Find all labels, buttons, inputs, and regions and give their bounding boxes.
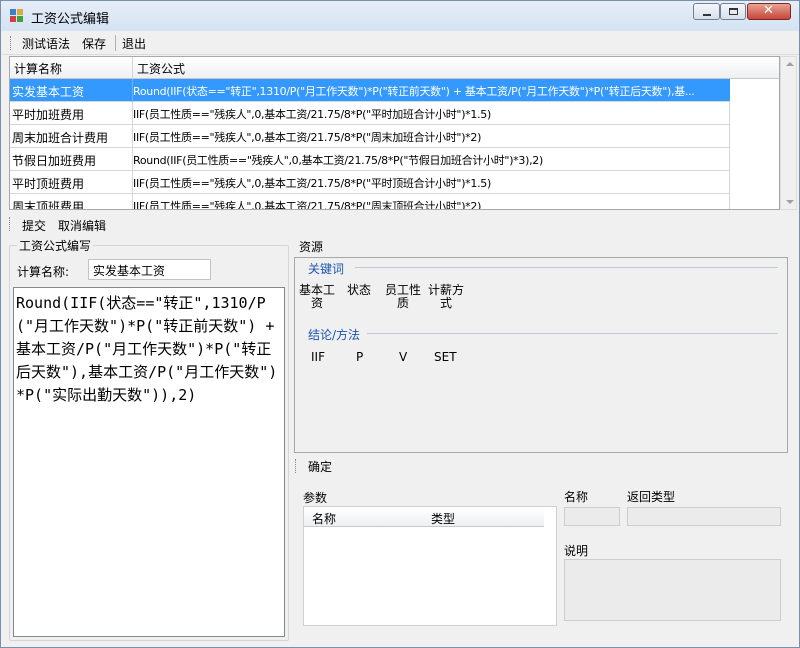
- column-header-formula[interactable]: 工资公式: [137, 60, 185, 77]
- edit-toolbar: 提交 取消编辑: [9, 213, 794, 235]
- row-name: 实发基本工资: [12, 85, 85, 99]
- table-row[interactable]: 节假日加班费用 Round(IIF(员工性质=="残疾人",0,基本工资/21.…: [10, 148, 730, 171]
- confirm-toolbar: 确定: [295, 456, 795, 478]
- return-type-label: 返回类型: [627, 490, 676, 504]
- name-detail-label: 名称: [564, 490, 589, 504]
- exit-button[interactable]: 退出: [122, 35, 146, 52]
- keyword-item[interactable]: 计薪方式: [426, 284, 466, 310]
- keywords-title: 关键词: [308, 262, 345, 276]
- params-list[interactable]: 名称 类型: [303, 506, 557, 626]
- maximize-button[interactable]: [720, 3, 746, 20]
- minimize-button[interactable]: [693, 3, 720, 20]
- name-detail-field: [564, 507, 620, 526]
- return-type-field: [627, 507, 781, 526]
- row-formula: Round(IIF(员工性质=="残疾人",0,基本工资/21.75/8*P("…: [133, 154, 543, 167]
- function-item[interactable]: P: [356, 350, 363, 364]
- toolbar-grip[interactable]: [9, 217, 11, 231]
- table-row[interactable]: 实发基本工资 Round(IIF(状态=="转正",1310/P("月工作天数"…: [10, 79, 730, 102]
- confirm-button[interactable]: 确定: [308, 458, 332, 475]
- maximize-icon: [729, 8, 738, 15]
- window-title: 工资公式编辑: [31, 12, 110, 27]
- row-name: 周末顶班费用: [12, 200, 85, 210]
- submit-button[interactable]: 提交: [22, 217, 46, 234]
- keyword-item[interactable]: 基本工资: [297, 284, 337, 310]
- group-title: 工资公式编写: [17, 237, 94, 254]
- description-field: [564, 559, 781, 621]
- description-label: 说明: [564, 544, 589, 558]
- keyword-item[interactable]: 员工性质: [383, 284, 423, 310]
- row-name: 节假日加班费用: [12, 154, 97, 168]
- row-name: 周末加班合计费用: [12, 131, 109, 145]
- keyword-item[interactable]: 状态: [345, 284, 373, 297]
- resources-group: 资源 关键词 基本工资 状态 员工性质 计薪方式 结论/方法 IIF P V S…: [291, 237, 794, 455]
- grid-scrollbar[interactable]: [780, 56, 797, 210]
- row-formula: IIF(员工性质=="残疾人",0,基本工资/21.75/8*P("周末加班合计…: [133, 131, 482, 144]
- params-header: 名称 类型: [304, 507, 544, 527]
- function-item[interactable]: V: [399, 350, 407, 364]
- scroll-up-icon[interactable]: [786, 62, 794, 66]
- main-window: 工资公式编辑 ✕ 测试语法 保存 退出 计算名称 工资公式 实发基本工资 Rou…: [0, 0, 800, 648]
- row-formula: IIF(员工性质=="残疾人",0,基本工资/21.75/8*P("平时顶班合计…: [133, 177, 491, 190]
- scroll-down-icon[interactable]: [786, 200, 794, 204]
- table-row[interactable]: 平时顶班费用 IIF(员工性质=="残疾人",0,基本工资/21.75/8*P(…: [10, 171, 730, 194]
- name-field[interactable]: 实发基本工资: [88, 259, 211, 280]
- row-name: 平时顶班费用: [12, 177, 85, 191]
- functions-title: 结论/方法: [308, 328, 361, 342]
- formula-editor[interactable]: Round(IIF(状态=="转正",1310/P("月工作天数")*P("转正…: [13, 287, 285, 637]
- table-row[interactable]: 周末加班合计费用 IIF(员工性质=="残疾人",0,基本工资/21.75/8*…: [10, 125, 730, 148]
- grid-header: 计算名称 工资公式: [10, 57, 779, 79]
- row-formula: IIF(员工性质=="残疾人",0,基本工资/21.75/8*P("周末顶班合计…: [133, 200, 482, 210]
- row-formula: IIF(员工性质=="残疾人",0,基本工资/21.75/8*P("平时加班合计…: [133, 108, 491, 121]
- save-button[interactable]: 保存: [82, 35, 106, 52]
- params-header-name[interactable]: 名称: [312, 510, 336, 527]
- function-item[interactable]: SET: [434, 350, 457, 364]
- params-header-type[interactable]: 类型: [431, 510, 455, 527]
- formula-grid: 计算名称 工资公式 实发基本工资 Round(IIF(状态=="转正",1310…: [9, 56, 780, 210]
- row-name: 平时加班费用: [12, 108, 85, 122]
- params-label: 参数: [303, 491, 328, 505]
- table-row[interactable]: 平时加班费用 IIF(员工性质=="残疾人",0,基本工资/21.75/8*P(…: [10, 102, 730, 125]
- close-icon: ✕: [763, 3, 774, 18]
- close-button[interactable]: ✕: [747, 3, 791, 20]
- app-icon: [10, 9, 24, 23]
- name-label: 计算名称:: [17, 265, 70, 279]
- test-syntax-button[interactable]: 测试语法: [22, 35, 70, 52]
- row-formula: Round(IIF(状态=="转正",1310/P("月工作天数")*P("转正…: [133, 85, 695, 98]
- function-item[interactable]: IIF: [311, 350, 325, 364]
- formula-editor-group: 工资公式编写 计算名称: 实发基本工资 Round(IIF(状态=="转正",1…: [9, 237, 289, 641]
- minimize-icon: [703, 14, 711, 16]
- details-panel: 参数 名称 类型 名称 返回类型 说明: [295, 481, 795, 641]
- main-toolbar: 测试语法 保存 退出: [2, 31, 799, 55]
- cancel-edit-button[interactable]: 取消编辑: [58, 217, 106, 234]
- resources-title: 资源: [299, 240, 324, 254]
- toolbar-separator: [115, 35, 116, 51]
- toolbar-grip[interactable]: [295, 459, 297, 473]
- toolbar-grip[interactable]: [10, 36, 12, 50]
- resources-panel: 关键词 基本工资 状态 员工性质 计薪方式 结论/方法 IIF P V SET: [294, 257, 788, 453]
- column-header-name[interactable]: 计算名称: [14, 60, 62, 77]
- title-bar: 工资公式编辑 ✕: [1, 1, 799, 31]
- table-row[interactable]: 周末顶班费用 IIF(员工性质=="残疾人",0,基本工资/21.75/8*P(…: [10, 194, 730, 210]
